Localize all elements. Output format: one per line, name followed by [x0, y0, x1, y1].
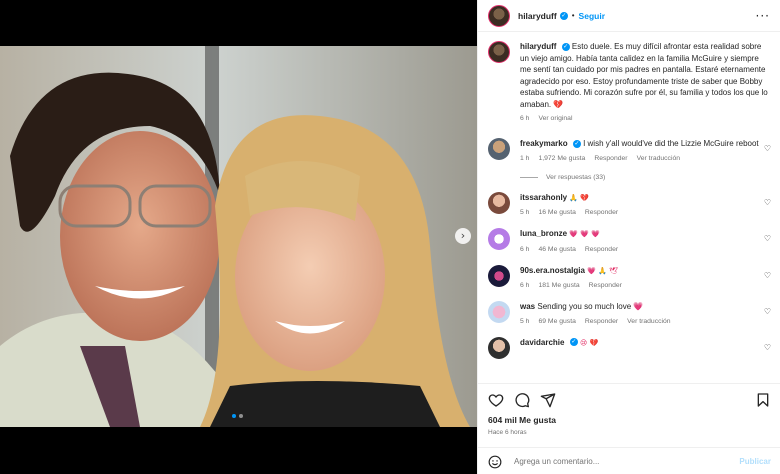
like-comment-icon[interactable]: ♡	[764, 307, 771, 316]
translate-button[interactable]: Ver traducción	[637, 155, 680, 162]
divider	[520, 176, 538, 178]
comment-likes[interactable]: 46 Me gusta	[538, 246, 575, 253]
commenter-username[interactable]: 90s.era.nostalgia	[520, 266, 585, 275]
verified-icon: ✓	[561, 42, 570, 51]
header-separator: •	[571, 11, 575, 20]
commenter-username[interactable]: davidarchie	[520, 338, 564, 347]
post-header: hilaryduff ✓ • Seguir ···	[478, 0, 780, 32]
reply-button[interactable]: Responder	[589, 282, 622, 289]
comment-text: 💗 🙏 🕊	[587, 266, 618, 275]
comment-time: 5 h	[520, 317, 530, 325]
comment-likes[interactable]: 1,972 Me gusta	[538, 155, 585, 162]
comment-time: 6 h	[520, 245, 530, 253]
reply-button[interactable]: Responder	[594, 155, 627, 162]
comment-likes[interactable]: 181 Me gusta	[538, 282, 579, 289]
comment-text: Sending you so much love 💗	[537, 302, 644, 311]
commenter-avatar[interactable]	[488, 336, 510, 359]
post-photo	[0, 46, 477, 427]
caption: hilaryduff ✓ Esto duele. Es muy difícil …	[478, 41, 780, 122]
verified-icon: ✓	[572, 139, 581, 148]
commenter-avatar[interactable]	[488, 301, 510, 323]
like-comment-icon[interactable]: ♡	[764, 234, 771, 243]
reply-button[interactable]: Responder	[585, 209, 618, 216]
verified-icon: ✓	[569, 338, 578, 347]
comment-likes[interactable]: 69 Me gusta	[538, 318, 575, 325]
comment: 90s.era.nostalgia 💗 🙏 🕊 6 h 181 Me gusta…	[478, 264, 780, 289]
caption-avatar[interactable]	[488, 41, 510, 63]
carousel-dot	[232, 414, 236, 418]
commenter-username[interactable]: freakymarko	[520, 139, 568, 148]
carousel-dot	[239, 414, 243, 418]
comment-text: 🙏 💔	[569, 193, 590, 202]
verified-icon: ✓	[559, 11, 568, 20]
action-icons	[478, 384, 780, 410]
commenter-username[interactable]: luna_bronze	[520, 229, 567, 238]
like-icon[interactable]	[488, 392, 504, 408]
bookmark-icon[interactable]	[755, 392, 771, 408]
follow-button[interactable]: Seguir	[579, 11, 605, 21]
post-likes-count[interactable]: 604 mil Me gusta	[478, 410, 780, 425]
comment-text: 💗 💗 💗	[569, 230, 600, 238]
commenter-avatar[interactable]	[488, 191, 510, 214]
commenter-avatar[interactable]	[488, 138, 510, 160]
comment: davidarchie ✓ 😢 💔 ♡	[478, 336, 780, 359]
comment-time: 1 h	[520, 154, 530, 162]
comment: itssarahonly 🙏 💔 5 h 16 Me gusta Respond…	[478, 191, 780, 216]
like-comment-icon[interactable]: ♡	[764, 198, 771, 207]
comment: freakymarko ✓ I wish y'all would've did …	[478, 138, 780, 162]
photo-illustration	[0, 46, 477, 427]
share-icon[interactable]	[540, 392, 556, 408]
translate-button[interactable]: Ver traducción	[627, 318, 670, 325]
author-username[interactable]: hilaryduff	[518, 11, 557, 21]
view-replies-label: Ver respuestas (33)	[546, 173, 606, 181]
caption-text: Esto duele. Es muy difícil afrontar esta…	[520, 42, 768, 109]
reply-button[interactable]: Responder	[585, 318, 618, 325]
add-comment-bar: Publicar	[478, 447, 780, 474]
post-actions: 604 mil Me gusta Hace 6 horas Publicar	[478, 383, 780, 474]
post-media: ›	[0, 0, 477, 474]
comment: was Sending you so much love 💗 5 h 69 Me…	[478, 301, 780, 325]
caption-username[interactable]: hilaryduff	[520, 42, 556, 51]
comment-text: I wish y'all would've did the Lizzie McG…	[583, 139, 759, 148]
like-comment-icon[interactable]: ♡	[764, 343, 771, 352]
next-photo-button[interactable]: ›	[455, 228, 471, 244]
commenter-avatar[interactable]	[488, 264, 510, 287]
view-replies-button[interactable]: Ver respuestas (33)	[520, 174, 780, 181]
post-timestamp: Hace 6 horas	[488, 429, 527, 436]
comment-time: 5 h	[520, 209, 530, 216]
comment-input[interactable]	[514, 457, 740, 466]
comment-likes[interactable]: 16 Me gusta	[538, 209, 575, 216]
comment-time: 6 h	[520, 282, 530, 289]
more-options-icon[interactable]: ···	[756, 9, 770, 23]
see-original-button[interactable]: Ver original	[538, 115, 572, 122]
caption-time: 6 h	[520, 115, 530, 122]
comment-icon[interactable]	[514, 392, 530, 408]
emoji-icon[interactable]	[488, 455, 502, 469]
author-avatar[interactable]	[488, 4, 510, 27]
comments-list[interactable]: hilaryduff ✓ Esto duele. Es muy difícil …	[478, 37, 780, 383]
commenter-avatar[interactable]	[488, 228, 510, 250]
post-panel: hilaryduff ✓ • Seguir ··· hilaryduff ✓ E…	[477, 0, 780, 474]
like-comment-icon[interactable]: ♡	[764, 144, 771, 153]
commenter-username[interactable]: itssarahonly	[520, 193, 567, 202]
carousel-dots	[232, 414, 243, 418]
comment-text: 😢 💔	[579, 338, 599, 347]
comment: luna_bronze 💗 💗 💗 6 h 46 Me gusta Respon…	[478, 228, 780, 253]
commenter-username[interactable]: was	[520, 302, 535, 311]
like-comment-icon[interactable]: ♡	[764, 271, 771, 280]
reply-button[interactable]: Responder	[585, 246, 618, 253]
publish-button[interactable]: Publicar	[739, 457, 771, 466]
